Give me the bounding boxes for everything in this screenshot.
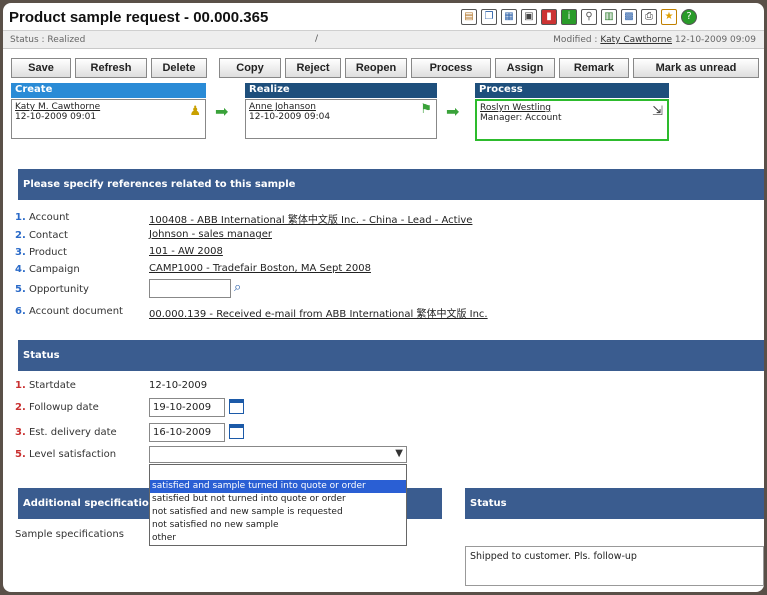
mark-unread-button[interactable]: Mark as unread <box>633 58 759 78</box>
copy-icon[interactable]: ❐ <box>481 9 497 25</box>
page-title: Product sample request - 00.000.365 <box>9 9 269 26</box>
realize-user-link[interactable]: Anne Johanson <box>249 102 433 112</box>
level-satisfaction-select[interactable]: ▼ <box>149 446 407 463</box>
favorite-icon[interactable]: ★ <box>661 9 677 25</box>
references-section-header: Please specify references related to thi… <box>18 169 764 200</box>
remark-button[interactable]: Remark <box>559 58 629 78</box>
status-notes-textarea[interactable]: Shipped to customer. Pls. follow-up <box>465 546 764 586</box>
account-document-link[interactable]: 00.000.139 - Received e-mail from ABB In… <box>149 305 488 320</box>
help-icon[interactable]: ? <box>681 9 697 25</box>
followup-date-input[interactable]: 19-10-2009 <box>149 398 225 417</box>
modified-time: 12-10-2009 09:09 <box>674 35 756 45</box>
copy-button[interactable]: Copy <box>219 58 281 78</box>
sample-specifications-label: Sample specifications <box>15 529 124 540</box>
status-panel-header: Status <box>465 488 764 519</box>
satisfaction-option[interactable]: not satisfied and new sample is requeste… <box>150 506 406 519</box>
campaign-link[interactable]: CAMP1000 - Tradefair Boston, MA Sept 200… <box>149 263 371 274</box>
delete-button[interactable]: Delete <box>151 58 207 78</box>
opportunity-input[interactable] <box>149 279 231 298</box>
title-bar: Product sample request - 00.000.365 ▤ ❐ … <box>3 3 764 31</box>
status-separator: / <box>315 34 319 44</box>
workflow-create-header: Create <box>11 83 206 98</box>
field-est-delivery-label: 3. Est. delivery date <box>15 427 117 438</box>
grid-icon[interactable]: ▩ <box>621 9 637 25</box>
person-icon: ♟ <box>189 104 201 119</box>
satisfaction-options-list: satisfied and sample turned into quote o… <box>149 464 407 546</box>
modified-user-link[interactable]: Katy Cawthorne <box>600 35 672 45</box>
workflow-process-box: Roslyn Westling Manager: Account ⇲ <box>475 99 669 141</box>
satisfaction-option-empty[interactable] <box>150 465 406 480</box>
product-link[interactable]: 101 - AW 2008 <box>149 246 223 257</box>
print-icon[interactable]: ⎙ <box>641 9 657 25</box>
satisfaction-option[interactable]: other <box>150 532 406 545</box>
status-section-header: Status <box>18 340 764 371</box>
calendar-icon[interactable]: ▦ <box>501 9 517 25</box>
field-account-document-label: 6. Account document <box>15 306 123 317</box>
assign-button[interactable]: Assign <box>495 58 555 78</box>
startdate-value: 12-10-2009 <box>149 380 208 391</box>
reopen-button[interactable]: Reopen <box>345 58 407 78</box>
modified-prefix: Modified : <box>553 35 601 45</box>
arrow-right-icon: ➡ <box>446 102 460 121</box>
info-icon[interactable]: i <box>561 9 577 25</box>
process-user-link[interactable]: Roslyn Westling <box>480 103 664 113</box>
workflow-create-box: Katy M. Cawthorne 12-10-2009 09:01 ♟ <box>11 99 206 139</box>
create-user-link[interactable]: Katy M. Cawthorne <box>15 102 202 112</box>
save-button[interactable]: Save <box>11 58 71 78</box>
app-window: Product sample request - 00.000.365 ▤ ❐ … <box>3 3 764 592</box>
workflow-realize-box: Anne Johanson 12-10-2009 09:04 ⚑ <box>245 99 437 139</box>
print-preview-icon[interactable]: ▣ <box>521 9 537 25</box>
satisfaction-option[interactable]: satisfied but not turned into quote or o… <box>150 493 406 506</box>
account-link[interactable]: 100408 - ABB International 繁体中文版 Inc. - … <box>149 211 472 226</box>
satisfaction-option[interactable]: not satisfied no new sample <box>150 519 406 532</box>
field-opportunity-label: 5. Opportunity <box>15 284 89 295</box>
tree-icon[interactable]: ⚲ <box>581 9 597 25</box>
field-followup-date-label: 2. Followup date <box>15 402 99 413</box>
process-button[interactable]: Process <box>411 58 491 78</box>
contact-link[interactable]: Johnson - sales manager <box>149 229 272 240</box>
lookup-icon[interactable]: ⌕ <box>234 280 241 295</box>
field-product-label: 3. Product <box>15 247 67 258</box>
status-bar: Status : Realized / Modified : Katy Cawt… <box>3 31 764 49</box>
field-account-label: 1. Account <box>15 212 70 223</box>
chart-icon[interactable]: ▥ <box>601 9 617 25</box>
field-startdate-label: 1. Startdate <box>15 380 76 391</box>
satisfaction-option[interactable]: satisfied and sample turned into quote o… <box>150 480 406 493</box>
modified-info: Modified : Katy Cawthorne 12-10-2009 09:… <box>553 35 756 45</box>
document-arrow-icon: ⇲ <box>652 104 663 119</box>
refresh-button[interactable]: Refresh <box>75 58 147 78</box>
field-contact-label: 2. Contact <box>15 230 68 241</box>
reject-button[interactable]: Reject <box>285 58 341 78</box>
realize-time: 12-10-2009 09:04 <box>249 112 331 122</box>
toolbar-icons: ▤ ❐ ▦ ▣ ▮ i ⚲ ▥ ▩ ⎙ ★ ? <box>461 9 697 25</box>
doc-icon[interactable]: ▤ <box>461 9 477 25</box>
chevron-down-icon[interactable]: ▼ <box>395 448 403 459</box>
record-status: Status : Realized <box>10 35 86 45</box>
field-level-satisfaction-label: 5. Level satisfaction <box>15 449 117 460</box>
workflow-process-header: Process <box>475 83 669 98</box>
process-role: Manager: Account <box>480 113 562 123</box>
flag-icon: ⚑ <box>420 102 432 117</box>
calendar-picker-icon[interactable] <box>229 424 244 439</box>
workflow-realize-header: Realize <box>245 83 437 98</box>
create-time: 12-10-2009 09:01 <box>15 112 97 122</box>
est-delivery-date-input[interactable]: 16-10-2009 <box>149 423 225 442</box>
book-icon[interactable]: ▮ <box>541 9 557 25</box>
field-campaign-label: 4. Campaign <box>15 264 80 275</box>
arrow-right-icon: ➡ <box>215 102 229 121</box>
calendar-picker-icon[interactable] <box>229 399 244 414</box>
